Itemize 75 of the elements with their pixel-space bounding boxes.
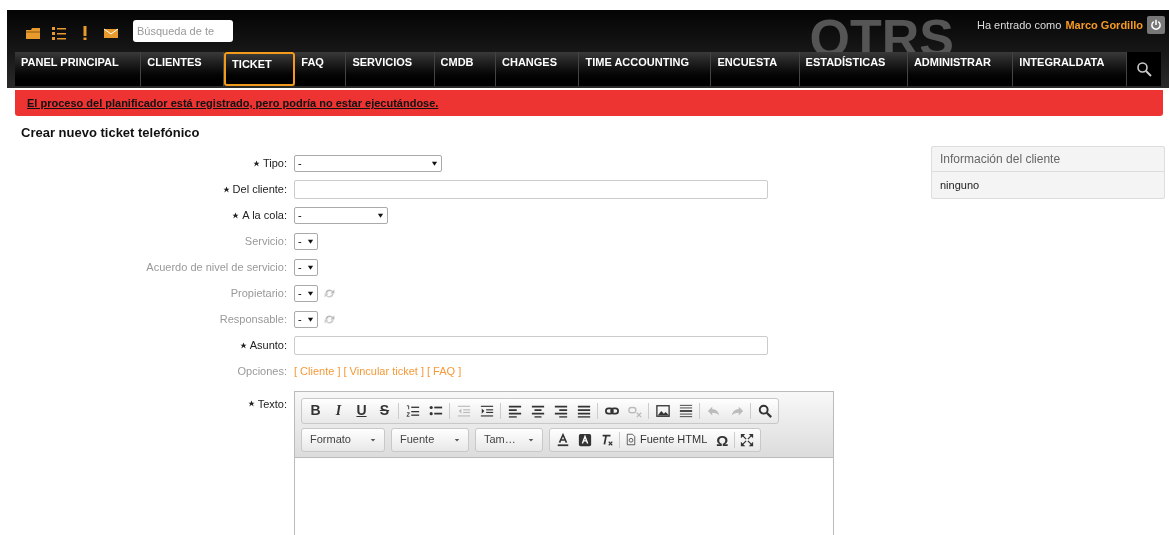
style-dropdown[interactable]: Fuente	[391, 427, 469, 452]
maximize-icon	[740, 432, 755, 447]
field-label: Texto:	[257, 396, 287, 412]
document-icon	[625, 433, 637, 446]
nav-tab[interactable]: CHANGES	[496, 52, 580, 86]
toolbar-button[interactable]: U	[350, 400, 373, 421]
text-color-icon	[556, 432, 570, 447]
search-button[interactable]	[1126, 52, 1161, 86]
remove-format-icon	[600, 432, 614, 447]
login-text: Ha entrado como	[977, 17, 1062, 33]
folder-icon[interactable]	[25, 25, 41, 41]
refresh-icon	[323, 287, 336, 300]
field-label: Servicio:	[244, 234, 287, 250]
caret-icon	[307, 264, 314, 271]
nav-tab[interactable]: FAQ	[295, 52, 347, 86]
list-icon[interactable]	[51, 25, 67, 41]
field-label: Opciones:	[237, 364, 287, 380]
field-label: A la cola:	[242, 208, 287, 224]
user-link[interactable]: Marco Gordillo	[1065, 16, 1143, 34]
text-field[interactable]	[294, 180, 768, 199]
panel-title: Información del cliente	[940, 151, 1061, 168]
search-icon	[757, 403, 772, 418]
nav-tab[interactable]: ESTADÍSTICAS	[799, 52, 908, 86]
justify-icon	[576, 403, 591, 418]
outdent-icon	[456, 403, 471, 418]
field-label: Del cliente:	[232, 182, 287, 198]
align-left-icon	[507, 403, 522, 418]
source-button[interactable]: Fuente HTML	[622, 429, 711, 450]
field-label: Propietario:	[230, 286, 287, 302]
nav-tab[interactable]: CLIENTES	[141, 52, 225, 86]
style-dropdown[interactable]: Tam…	[475, 427, 543, 452]
caret-icon	[377, 212, 384, 219]
caret-icon	[307, 316, 314, 323]
field-label: Acuerdo de nivel de servicio:	[146, 260, 287, 276]
customer-value: ninguno	[940, 177, 980, 193]
caret-icon	[431, 160, 438, 167]
power-icon	[1150, 19, 1162, 31]
nav-tab[interactable]: CMDB	[434, 52, 496, 86]
caret-icon	[370, 436, 376, 443]
nav-tab[interactable]: ENCUESTA	[711, 52, 800, 86]
search-field[interactable]: Búsqueda de te	[133, 20, 233, 42]
align-center-icon	[530, 403, 545, 418]
nav-tab[interactable]: ADMINISTRAR	[907, 52, 1014, 86]
caret-icon	[528, 436, 534, 443]
bullet-list-icon	[428, 403, 443, 418]
caret-icon	[307, 290, 314, 297]
nav-tab[interactable]: TICKET	[224, 52, 296, 86]
field-label: Tipo:	[262, 156, 287, 172]
page-title: Crear nuevo ticket telefónico	[21, 124, 201, 142]
horizontal-rule-icon	[678, 403, 693, 418]
image-icon	[655, 403, 670, 418]
dropdown[interactable]: -	[294, 207, 388, 224]
dropdown[interactable]: -	[294, 155, 442, 172]
search-icon	[1135, 61, 1152, 77]
power-button[interactable]	[1147, 16, 1165, 34]
field-label: Asunto:	[249, 338, 287, 354]
toolbar-button[interactable]: I	[327, 400, 350, 421]
numbered-list-icon	[405, 403, 420, 418]
nav-tab[interactable]: PANEL PRINCIPAL	[15, 52, 142, 86]
refresh-icon	[323, 313, 336, 326]
indent-icon	[479, 403, 494, 418]
nav-tab[interactable]: TIME ACCOUNTING	[579, 52, 712, 86]
alert-link[interactable]: El proceso del planificador está registrado, pero podría no estar ejecutándose.	[27, 94, 439, 112]
toolbar-button[interactable]: B	[304, 400, 327, 421]
special-character-button[interactable]: Ω	[712, 429, 733, 450]
field-label: Responsable:	[219, 312, 287, 328]
nav-tab[interactable]: INTEGRALDATA	[1013, 52, 1127, 86]
text-field[interactable]	[294, 336, 768, 355]
style-dropdown[interactable]: Formato	[301, 427, 385, 452]
toolbar-button[interactable]: S	[373, 400, 396, 421]
align-right-icon	[553, 403, 568, 418]
caret-icon	[454, 436, 460, 443]
caret-icon	[307, 238, 314, 245]
nav-tab[interactable]: SERVICIOS	[346, 52, 435, 86]
background-color-icon	[578, 432, 592, 447]
